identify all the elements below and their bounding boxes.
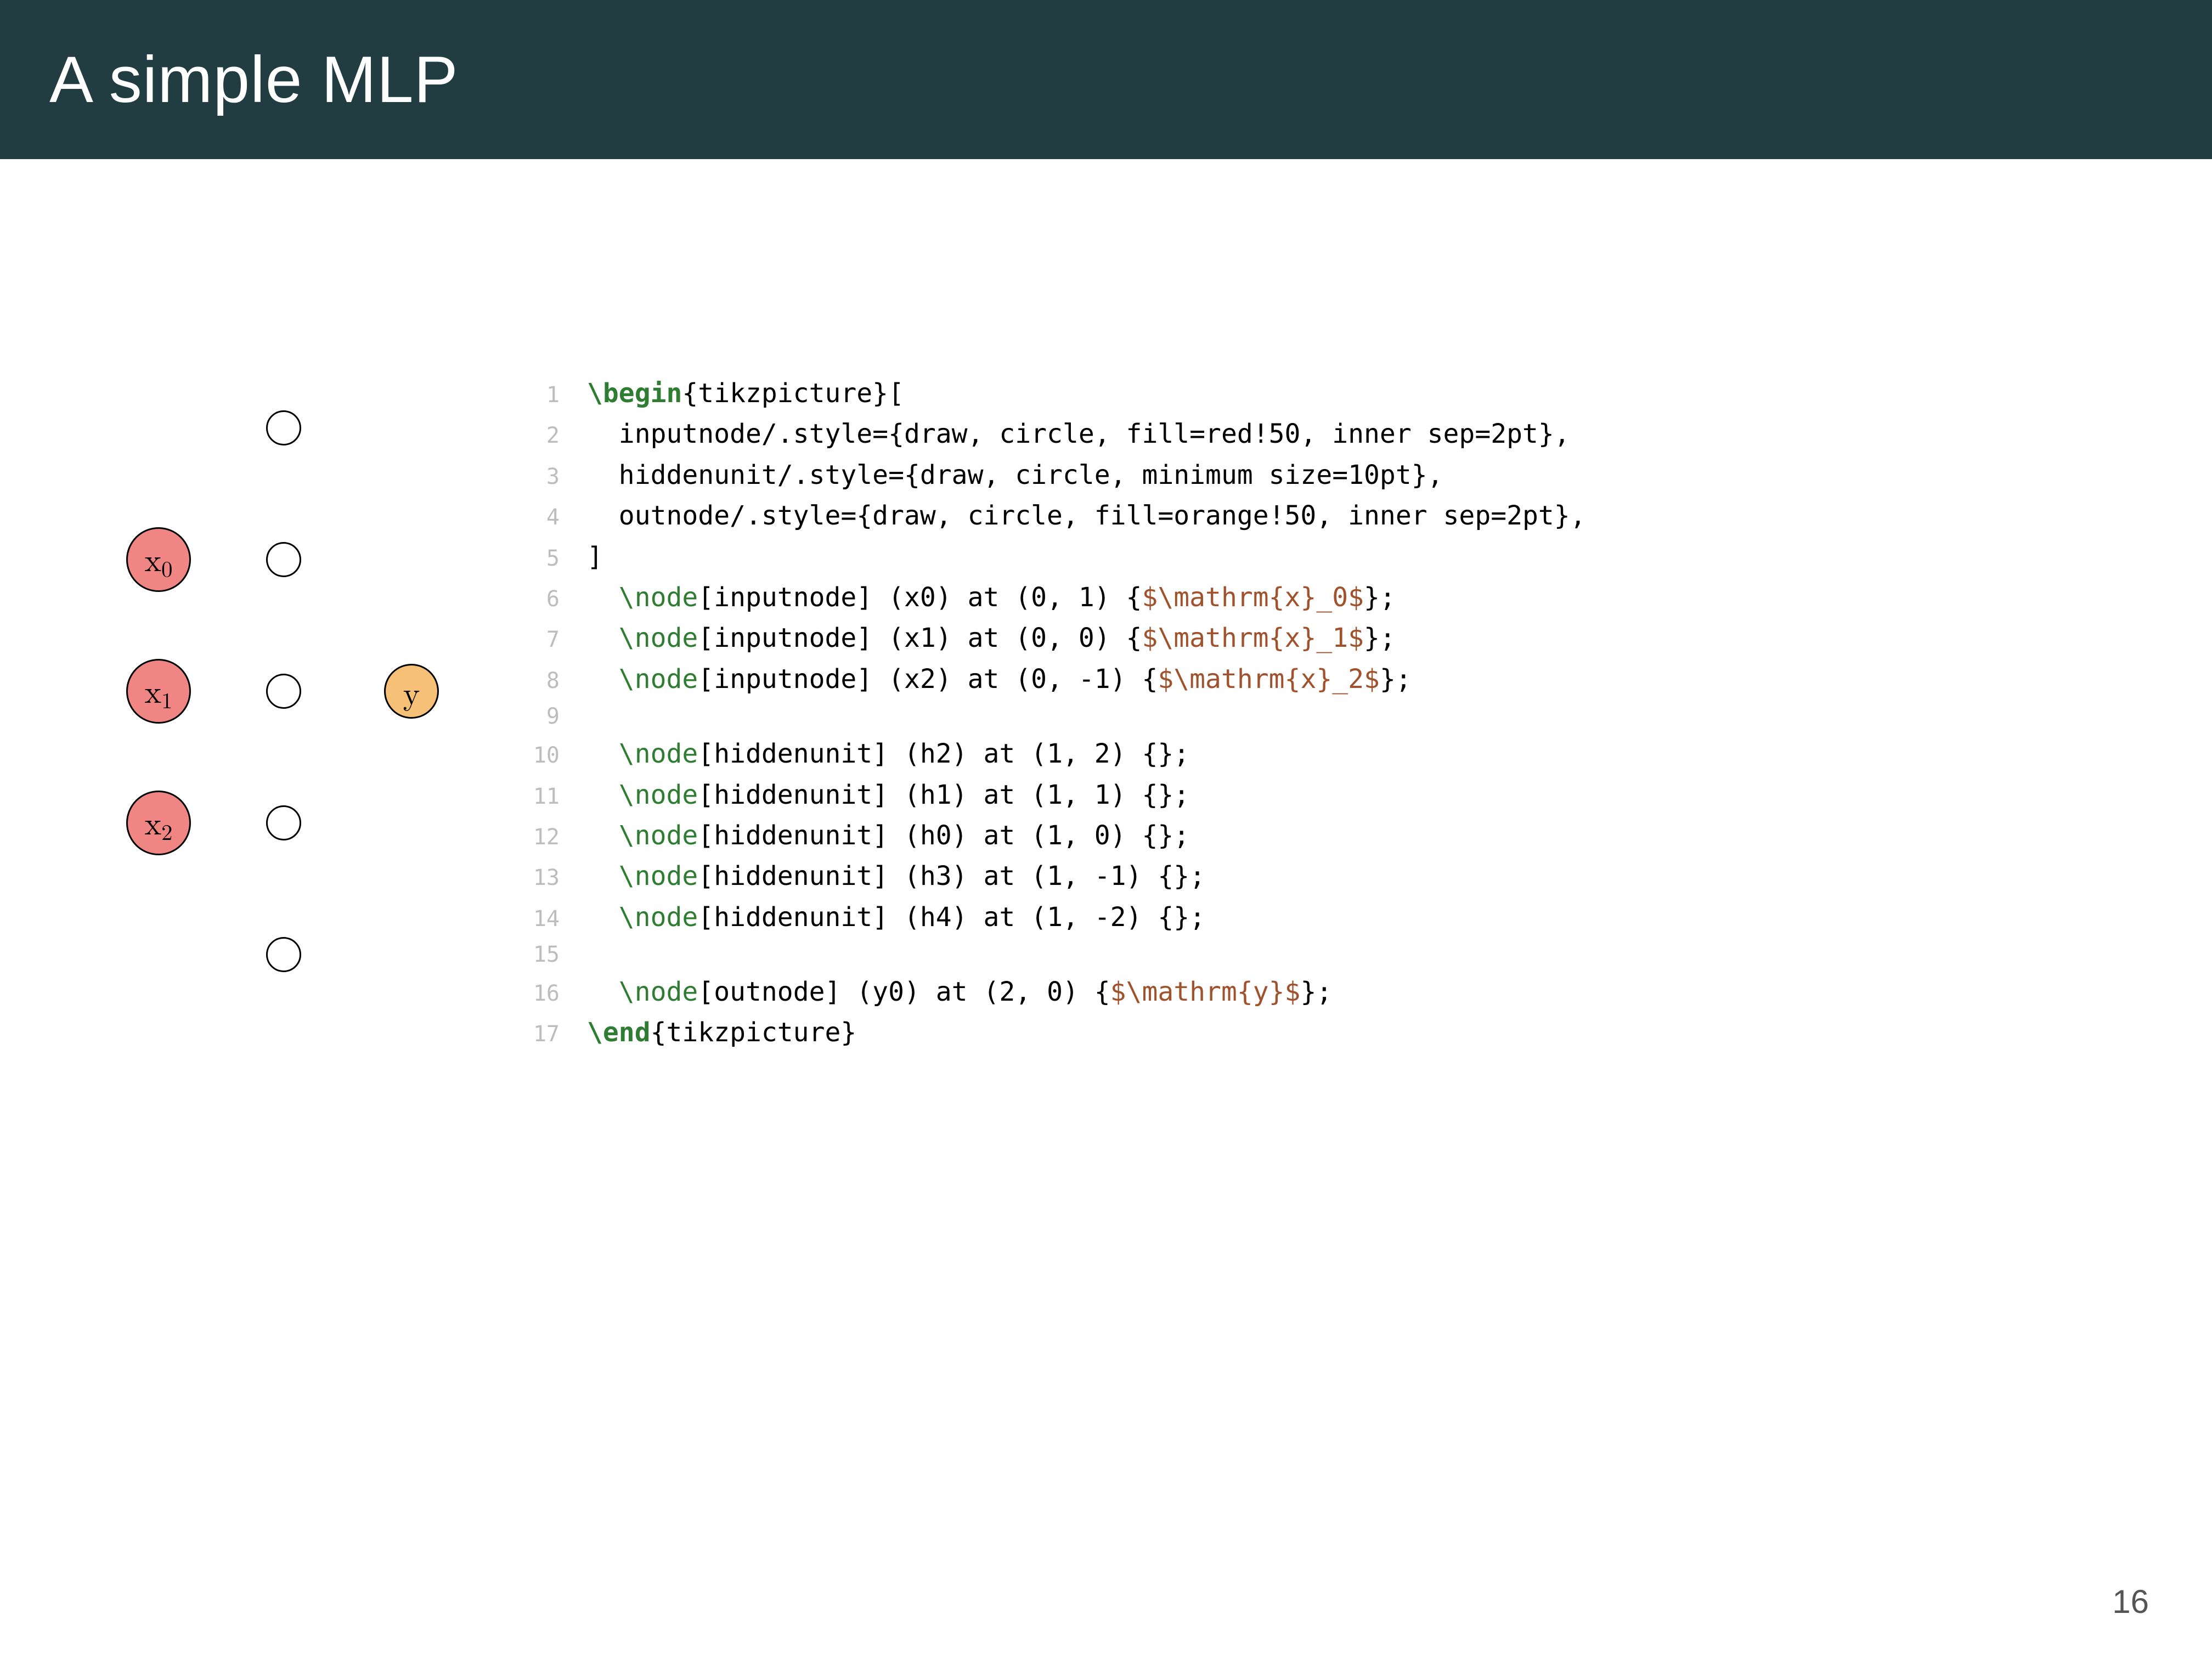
line-number: 14: [488, 902, 587, 936]
code-text: \node[inputnode] (x1) at (0, 0) {$\mathr…: [587, 618, 1396, 658]
line-number: 9: [488, 699, 587, 733]
code-line: 14 \node[hiddenunit] (h4) at (1, -2) {};: [488, 897, 2146, 938]
line-number: 1: [488, 378, 587, 412]
code-line: 10 \node[hiddenunit] (h2) at (1, 2) {};: [488, 733, 2146, 774]
code-line: 12 \node[hiddenunit] (h0) at (1, 0) {};: [488, 815, 2146, 856]
code-text: outnode/.style={draw, circle, fill=orang…: [587, 495, 1586, 536]
line-number: 4: [488, 500, 587, 534]
output-node-y: y: [384, 664, 439, 719]
code-text: inputnode/.style={draw, circle, fill=red…: [587, 414, 1570, 454]
line-number: 12: [488, 820, 587, 854]
hidden-node: [266, 674, 301, 709]
input-node-x1: x1: [126, 659, 191, 724]
code-text: \node[hiddenunit] (h4) at (1, -2) {};: [587, 897, 1205, 938]
code-line: 13 \node[hiddenunit] (h3) at (1, -1) {};: [488, 856, 2146, 896]
line-number: 6: [488, 582, 587, 616]
line-number: 5: [488, 541, 587, 575]
mlp-diagram: x0 x1 x2 y: [115, 373, 488, 1042]
line-number: 13: [488, 861, 587, 895]
input-node-label: x1: [145, 667, 173, 715]
line-number: 2: [488, 419, 587, 453]
code-text: \node[hiddenunit] (h1) at (1, 1) {};: [587, 775, 1189, 815]
code-text: \node[inputnode] (x2) at (0, -1) {$\math…: [587, 659, 1412, 699]
slide-content: x0 x1 x2 y 1\begin{tikzpicture}[2 inputn…: [115, 373, 2146, 1053]
line-number: 10: [488, 738, 587, 772]
code-text: \node[inputnode] (x0) at (0, 1) {$\mathr…: [587, 577, 1396, 618]
code-line: 11 \node[hiddenunit] (h1) at (1, 1) {};: [488, 775, 2146, 815]
code-text: \node[outnode] (y0) at (2, 0) {$\mathrm{…: [587, 972, 1332, 1012]
line-number: 17: [488, 1017, 587, 1051]
code-line: 6 \node[inputnode] (x0) at (0, 1) {$\mat…: [488, 577, 2146, 618]
hidden-node: [266, 410, 301, 445]
code-text: ]: [587, 537, 603, 577]
input-node-x0: x0: [126, 527, 191, 592]
code-line: 9: [488, 699, 2146, 733]
input-node-x2: x2: [126, 791, 191, 855]
code-text: \node[hiddenunit] (h3) at (1, -1) {};: [587, 856, 1205, 896]
output-node-label: y: [403, 669, 420, 714]
code-line: 5]: [488, 537, 2146, 577]
code-line: 8 \node[inputnode] (x2) at (0, -1) {$\ma…: [488, 659, 2146, 699]
hidden-node: [266, 542, 301, 577]
code-line: 17\end{tikzpicture}: [488, 1012, 2146, 1053]
line-number: 7: [488, 623, 587, 657]
line-number: 8: [488, 664, 587, 698]
code-listing: 1\begin{tikzpicture}[2 inputnode/.style=…: [488, 373, 2146, 1053]
slide-title: A simple MLP: [49, 42, 459, 117]
code-line: 4 outnode/.style={draw, circle, fill=ora…: [488, 495, 2146, 536]
code-line: 2 inputnode/.style={draw, circle, fill=r…: [488, 414, 2146, 454]
code-text: \end{tikzpicture}: [587, 1012, 856, 1053]
code-text: \node[hiddenunit] (h2) at (1, 2) {};: [587, 733, 1189, 774]
code-line: 7 \node[inputnode] (x1) at (0, 0) {$\mat…: [488, 618, 2146, 658]
hidden-node: [266, 937, 301, 972]
line-number: 11: [488, 780, 587, 814]
page-number: 16: [2112, 1583, 2149, 1621]
code-line: 3 hiddenunit/.style={draw, circle, minim…: [488, 455, 2146, 495]
title-bar: A simple MLP: [0, 0, 2212, 159]
code-line: 15: [488, 938, 2146, 972]
code-text: hiddenunit/.style={draw, circle, minimum…: [587, 455, 1443, 495]
line-number: 16: [488, 977, 587, 1011]
line-number: 15: [488, 938, 587, 972]
code-column: 1\begin{tikzpicture}[2 inputnode/.style=…: [488, 373, 2146, 1053]
code-text: \begin{tikzpicture}[: [587, 373, 904, 414]
code-line: 1\begin{tikzpicture}[: [488, 373, 2146, 414]
line-number: 3: [488, 460, 587, 494]
code-line: 16 \node[outnode] (y0) at (2, 0) {$\math…: [488, 972, 2146, 1012]
input-node-label: x0: [145, 535, 173, 583]
hidden-node: [266, 805, 301, 840]
code-text: \node[hiddenunit] (h0) at (1, 0) {};: [587, 815, 1189, 856]
input-node-label: x2: [145, 799, 173, 847]
